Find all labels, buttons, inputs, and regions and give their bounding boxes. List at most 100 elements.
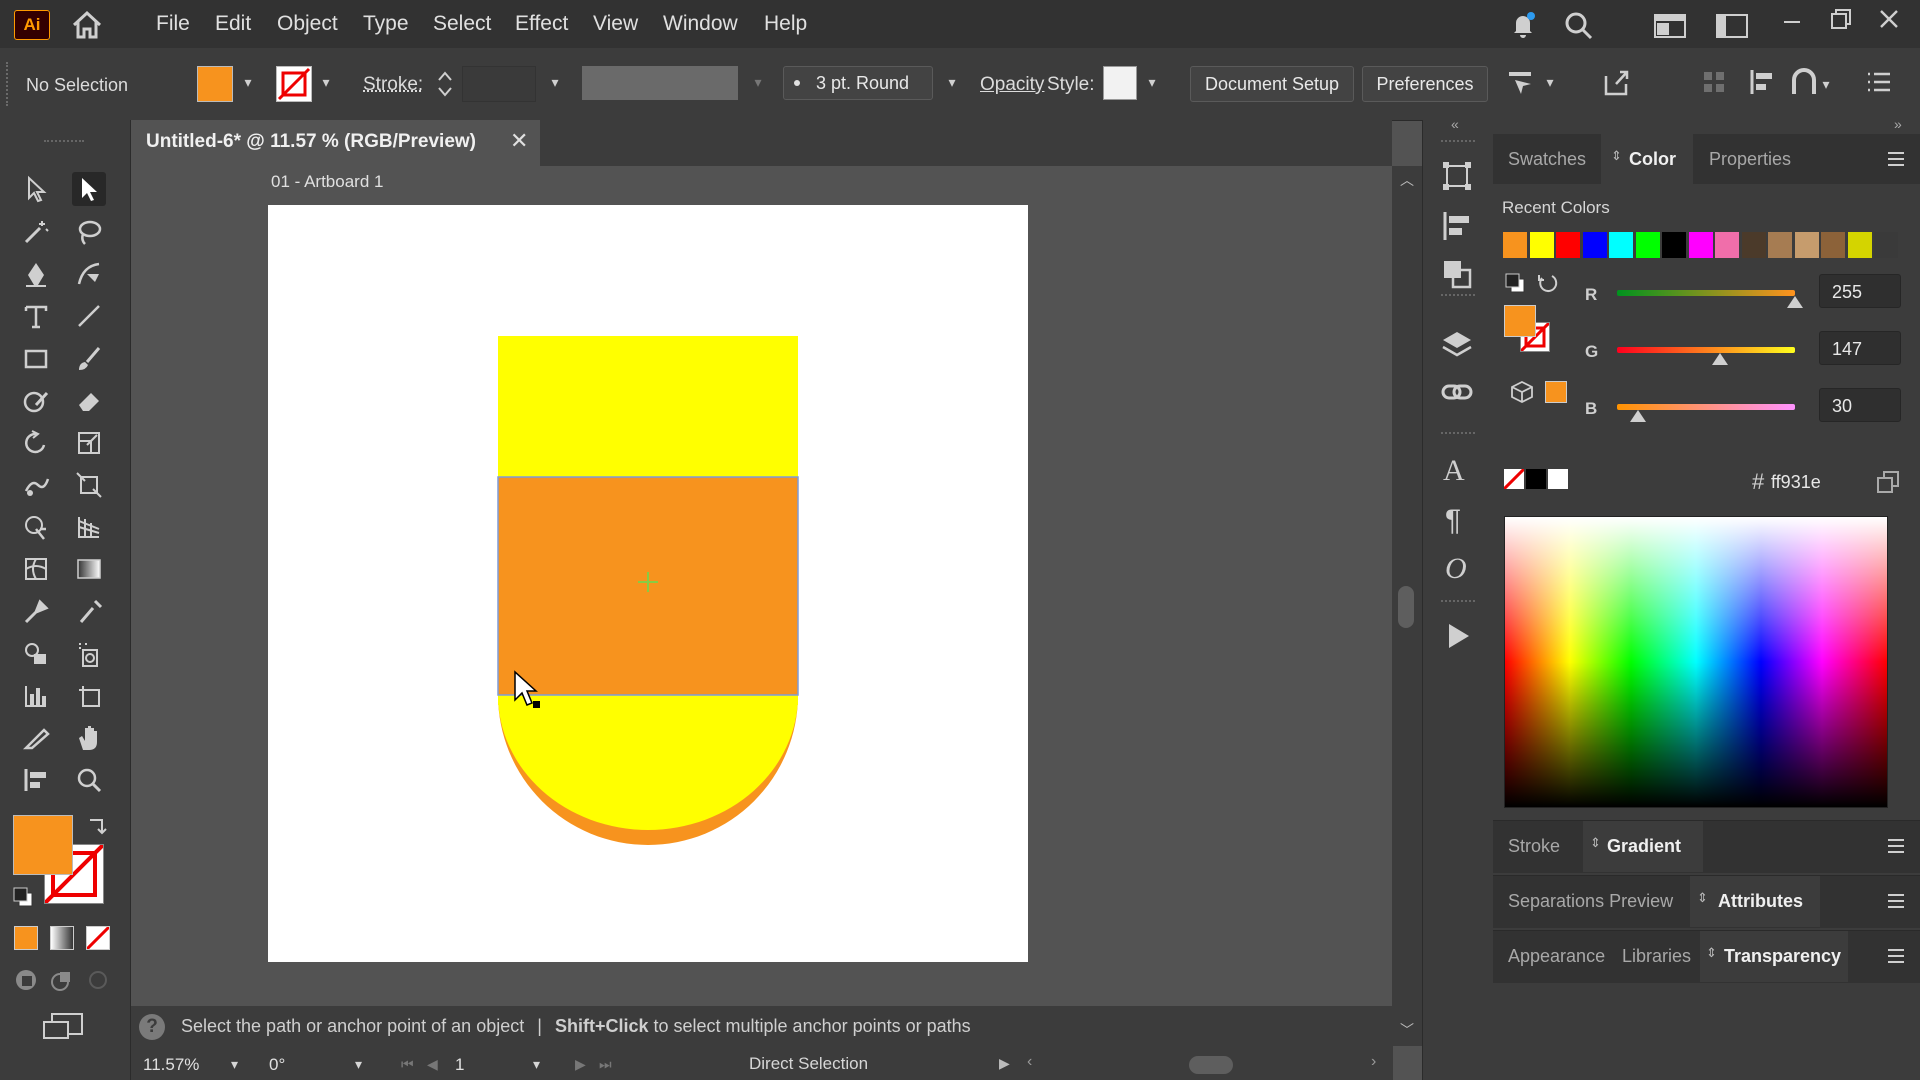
recent-color-swatch[interactable] [1556,232,1580,258]
scroll-down-arrow-icon[interactable]: ﹀ [1400,1020,1414,1040]
recent-color-swatch[interactable] [1609,232,1633,258]
recent-color-swatch[interactable] [1741,232,1766,258]
minimize-window-icon[interactable] [1780,8,1804,37]
recent-color-swatch[interactable] [1582,232,1607,258]
collapse-dock-icon[interactable]: » [1894,116,1902,132]
scroll-up-arrow-icon[interactable]: ︿ [1400,170,1414,190]
hex-value-field[interactable]: ff931e [1771,465,1857,499]
strip-grip[interactable] [1441,140,1475,142]
transform-panel-icon[interactable] [1441,160,1473,197]
align-panel-icon[interactable] [1441,210,1473,247]
tab-gradient[interactable]: Gradient [1607,836,1681,857]
select-similar-icon[interactable] [1505,68,1535,103]
g-slider-thumb[interactable] [1711,353,1728,365]
transparency-panel-menu-icon[interactable] [1886,947,1906,970]
recent-color-swatch[interactable] [1635,232,1660,258]
character-panel-icon[interactable]: A [1443,454,1465,488]
white-color-swatch[interactable] [1548,469,1568,489]
recent-color-swatch[interactable] [1847,232,1872,258]
artboard-chevron-icon[interactable]: ▾ [533,1056,540,1073]
rotation-chevron-icon[interactable]: ▾ [355,1056,362,1073]
r-value-field[interactable]: 255 [1819,274,1901,308]
horizontal-scroll-thumb[interactable] [1189,1056,1233,1074]
rotation-field[interactable]: 0° ▾ [263,1050,373,1080]
search-icon[interactable] [1564,11,1594,46]
help-icon[interactable]: ? [139,1014,165,1040]
workspace-switcher-icon[interactable] [1716,14,1748,43]
layers-panel-icon[interactable] [1441,328,1473,365]
tab-transparency[interactable]: Transparency [1724,946,1841,967]
align-grid-icon[interactable] [1702,70,1726,99]
recent-color-swatch[interactable] [1768,232,1792,258]
next-artboard-icon[interactable]: ▶ [575,1056,586,1073]
previous-artboard-icon[interactable]: ◀ [427,1056,438,1073]
scroll-right-arrow-icon[interactable]: › [1371,1053,1376,1071]
shape-builder-chevron-icon[interactable]: ▾ [1816,76,1836,96]
yellow-semicircle [498,695,798,830]
arrange-documents-icon[interactable] [1654,14,1686,43]
r-slider-track[interactable] [1617,290,1795,296]
color-spectrum-picker[interactable] [1504,516,1888,808]
recent-color-swatch[interactable] [1821,232,1845,258]
none-color-swatch[interactable] [1504,469,1524,489]
panel-fill-indicator[interactable] [1504,305,1536,337]
links-panel-icon[interactable] [1441,376,1473,413]
tab-color[interactable]: Color [1629,149,1676,170]
select-similar-chevron-icon[interactable]: ▾ [1540,74,1560,94]
b-value-field[interactable]: 30 [1819,388,1901,422]
tab-transparency-updown-icon: ⇕ [1706,945,1717,960]
g-slider-track[interactable] [1617,347,1795,353]
first-artboard-icon[interactable]: ⏮ [401,1056,414,1073]
tab-properties[interactable]: Properties [1709,149,1791,170]
vertical-scrollbar[interactable]: ︿ ﹀ [1392,166,1422,1046]
zoom-chevron-icon[interactable]: ▾ [231,1056,238,1073]
recent-color-swatch[interactable] [1503,232,1527,258]
recent-color-swatch[interactable] [1662,232,1686,258]
out-of-gamut-cube-icon[interactable] [1510,380,1534,409]
tab-separations-preview[interactable]: Separations Preview [1508,891,1673,912]
panel-default-colors-icon[interactable] [1504,272,1526,299]
zoom-field[interactable]: 11.57% ▾ [131,1050,251,1080]
tab-attributes[interactable]: Attributes [1718,891,1803,912]
panel-swap-icon[interactable] [1536,272,1558,299]
pathfinder-panel-icon[interactable] [1441,258,1473,295]
export-icon[interactable] [1600,66,1632,103]
attributes-panel-menu-icon[interactable] [1886,892,1906,915]
tab-appearance[interactable]: Appearance [1508,946,1605,967]
recent-color-swatch[interactable] [1688,232,1713,258]
b-slider-thumb[interactable] [1630,410,1646,422]
control-bar-menu-icon[interactable] [1866,70,1892,99]
notification-bell-icon[interactable] [1508,10,1538,45]
restore-window-icon[interactable] [1828,6,1854,37]
recent-color-swatch[interactable] [1794,232,1819,258]
status-menu-arrow-icon[interactable]: ▶ [999,1055,1010,1072]
color-panel-menu-icon[interactable] [1886,150,1906,173]
websafe-color-swatch[interactable] [1545,381,1567,403]
recent-color-swatch[interactable] [1529,232,1554,258]
align-left-icon[interactable] [1748,68,1776,101]
change-screen-mode-icon[interactable] [42,1012,84,1047]
collapse-strip-icon[interactable]: « [1451,116,1459,132]
strip-grip-3[interactable] [1441,432,1475,434]
copy-hex-icon[interactable] [1876,470,1900,499]
recent-color-swatch[interactable] [1715,232,1739,258]
r-slider-thumb[interactable] [1787,296,1803,308]
vertical-scroll-thumb[interactable] [1398,586,1414,628]
tab-libraries[interactable]: Libraries [1622,946,1691,967]
opentype-panel-icon[interactable]: O [1445,552,1467,586]
paragraph-panel-icon[interactable]: ¶ [1445,504,1461,538]
close-window-icon[interactable] [1876,6,1902,37]
black-color-swatch[interactable] [1526,469,1546,489]
scroll-left-arrow-icon[interactable]: ‹ [1027,1053,1032,1071]
g-value-field[interactable]: 147 [1819,331,1901,365]
artboard-number-field[interactable]: 1 ▾ [449,1050,559,1080]
strip-grip-4[interactable] [1441,600,1475,602]
tab-swatches[interactable]: Swatches [1508,149,1586,170]
last-artboard-icon[interactable]: ⏭ [599,1056,612,1073]
tab-stroke[interactable]: Stroke [1508,836,1560,857]
tab-color-updown-icon: ⇕ [1611,148,1622,163]
gradient-panel-menu-icon[interactable] [1886,837,1906,860]
strip-grip-2[interactable] [1441,294,1475,296]
artwork[interactable] [0,0,1420,1010]
actions-play-icon[interactable] [1445,622,1473,655]
